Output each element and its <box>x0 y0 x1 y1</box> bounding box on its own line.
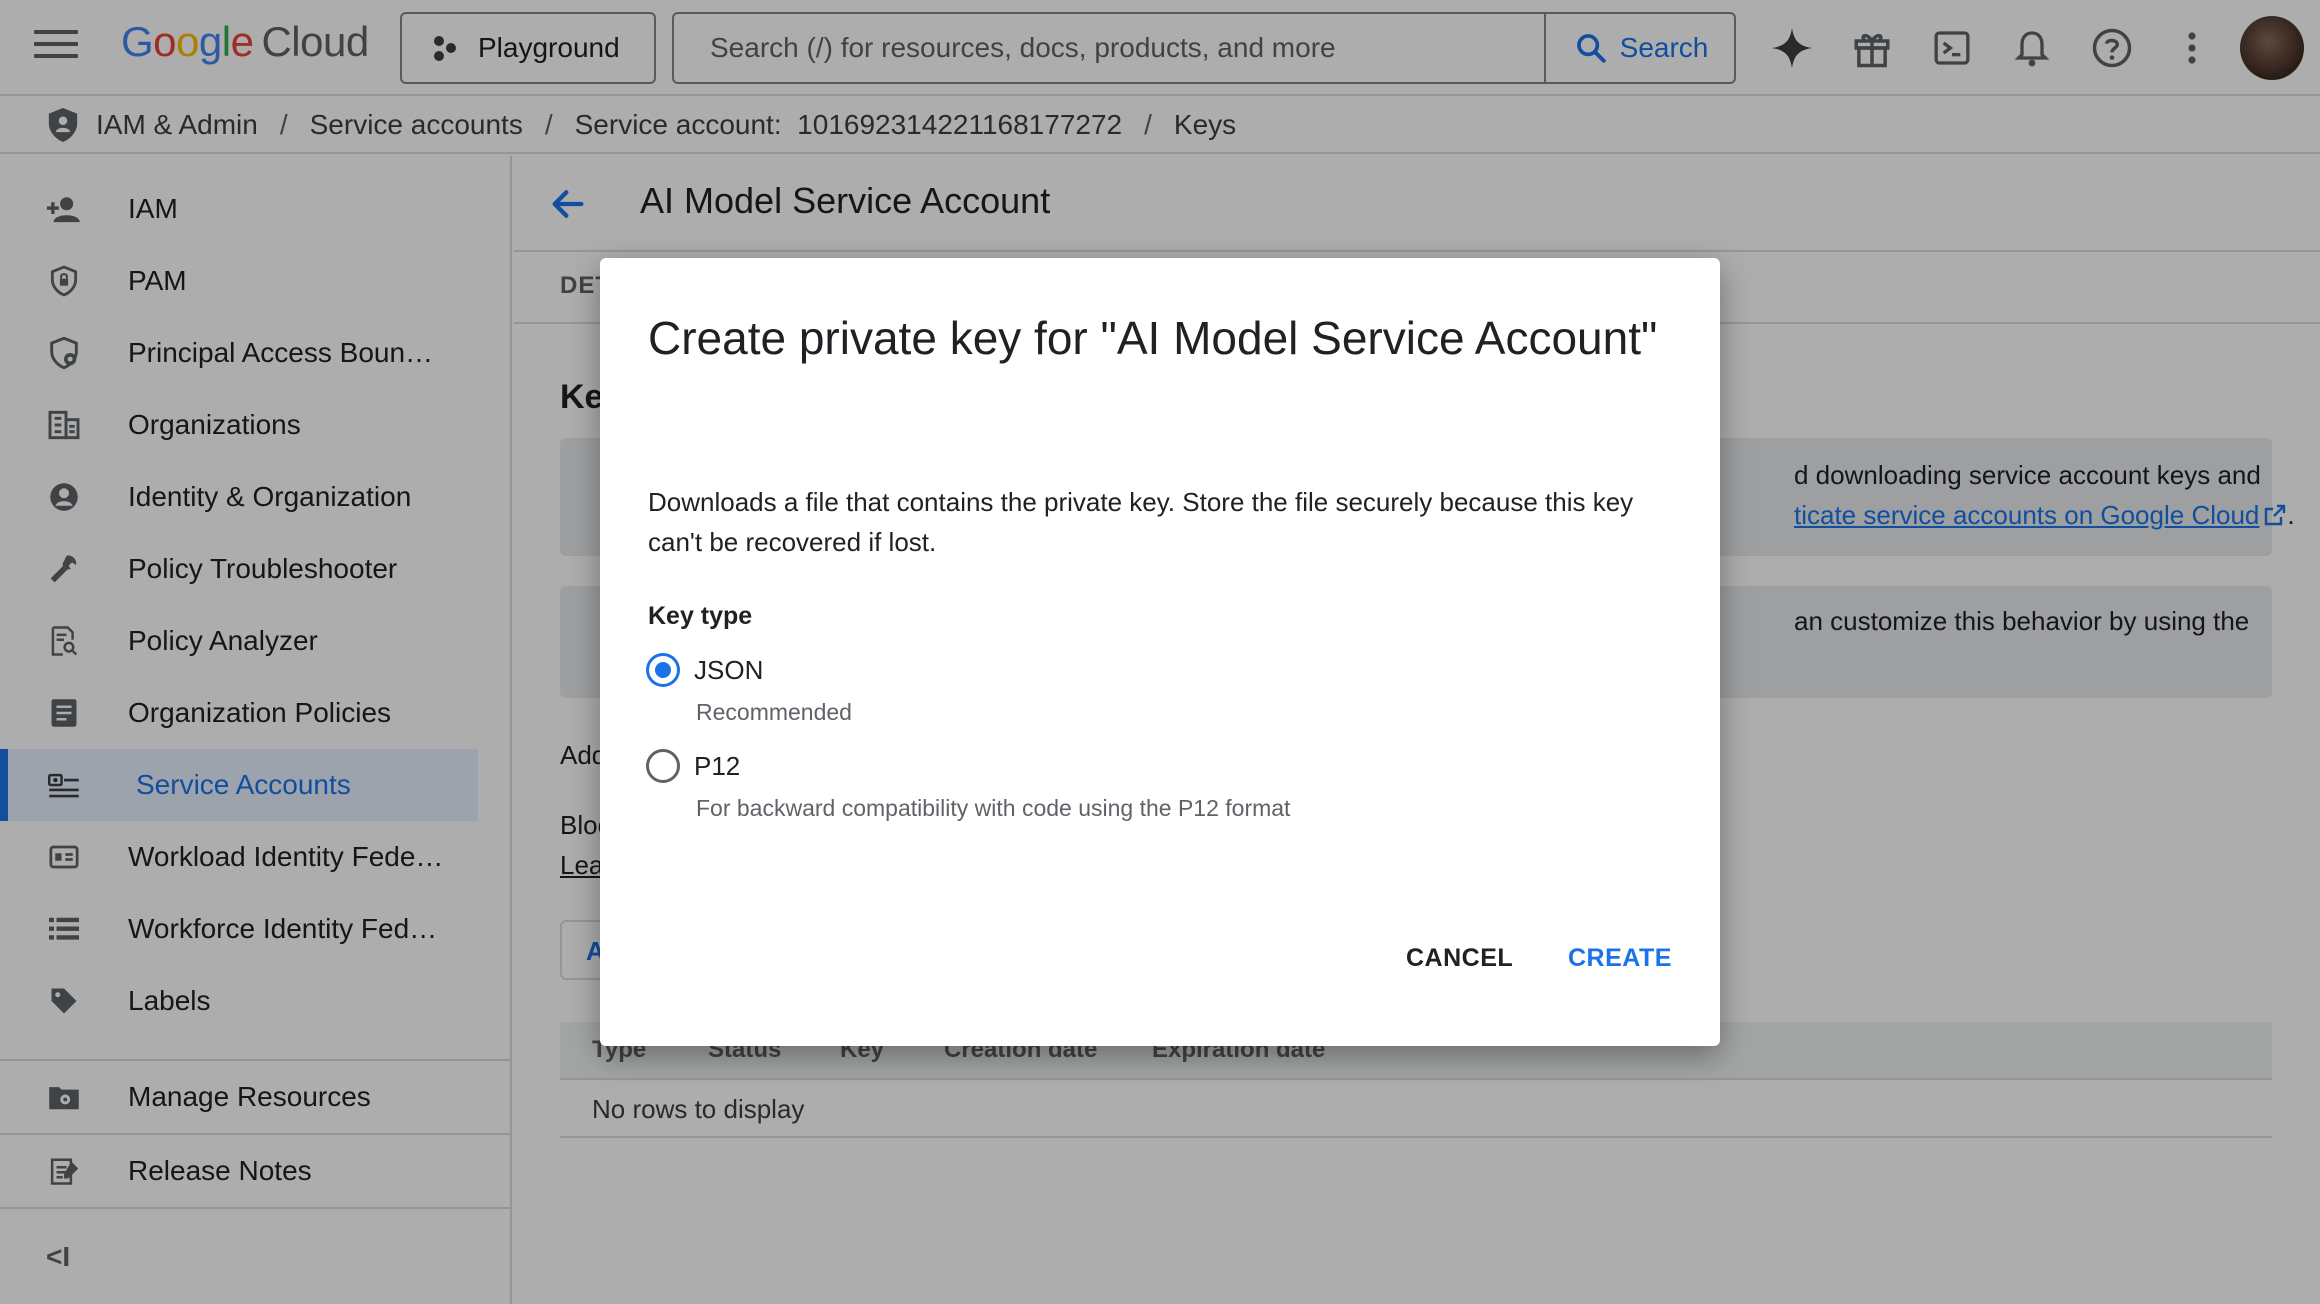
cancel-button[interactable]: CANCEL <box>1406 944 1513 973</box>
key-type-label: Key type <box>648 602 753 630</box>
json-label: JSON <box>694 654 764 685</box>
json-radio[interactable] <box>646 653 680 687</box>
p12-radio[interactable] <box>646 749 680 783</box>
dialog-title: Create private key for "AI Model Service… <box>648 312 1658 364</box>
key-type-json-option[interactable]: JSON <box>646 653 763 687</box>
create-private-key-dialog: Create private key for "AI Model Service… <box>600 258 1720 1046</box>
key-type-p12-option[interactable]: P12 <box>646 749 740 783</box>
p12-label: P12 <box>694 750 741 781</box>
create-button[interactable]: CREATE <box>1568 944 1672 973</box>
json-hint: Recommended <box>696 699 852 725</box>
p12-hint: For backward compatibility with code usi… <box>696 795 1291 821</box>
dialog-description: Downloads a file that contains the priva… <box>648 487 1634 557</box>
